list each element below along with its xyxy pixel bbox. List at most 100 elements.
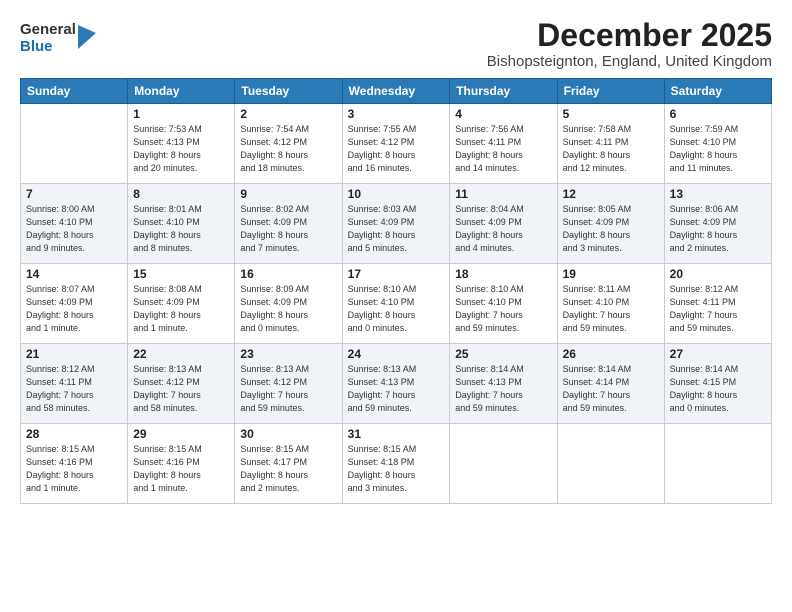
day-number: 14 bbox=[26, 267, 122, 281]
day-number: 15 bbox=[133, 267, 229, 281]
day-number: 9 bbox=[240, 187, 336, 201]
col-saturday: Saturday bbox=[664, 79, 771, 104]
day-info: Sunrise: 8:14 AM Sunset: 4:14 PM Dayligh… bbox=[563, 363, 659, 415]
table-row: 2 Sunrise: 7:54 AM Sunset: 4:12 PM Daylig… bbox=[235, 104, 342, 184]
col-sunday: Sunday bbox=[21, 79, 128, 104]
day-info: Sunrise: 8:13 AM Sunset: 4:12 PM Dayligh… bbox=[240, 363, 336, 415]
table-row: 30 Sunrise: 8:15 AM Sunset: 4:17 PM Dayli… bbox=[235, 424, 342, 504]
day-info: Sunrise: 8:14 AM Sunset: 4:13 PM Dayligh… bbox=[455, 363, 551, 415]
table-row bbox=[664, 424, 771, 504]
day-info: Sunrise: 8:01 AM Sunset: 4:10 PM Dayligh… bbox=[133, 203, 229, 255]
day-number: 27 bbox=[670, 347, 766, 361]
table-row: 28Sunrise: 8:15 AM Sunset: 4:16 PM Dayli… bbox=[21, 424, 128, 504]
calendar-week-row: 28 Sunrise: 8:15 AM Sunset: 4:16 PM Dayli… bbox=[21, 424, 772, 504]
table-row: 23 Sunrise: 8:13 AM Sunset: 4:12 PM Dayli… bbox=[235, 344, 342, 424]
day-number: 18 bbox=[455, 267, 551, 281]
table-row: 8Sunrise: 8:01 AM Sunset: 4:10 PM Daylig… bbox=[128, 184, 235, 264]
day-info: Sunrise: 8:09 AM Sunset: 4:09 PM Dayligh… bbox=[240, 283, 336, 335]
day-number: 1 bbox=[133, 107, 229, 121]
day-info: Sunrise: 8:15 AM Sunset: 4:17 PM Dayligh… bbox=[240, 443, 336, 495]
day-info: Sunrise: 7:58 AM Sunset: 4:11 PM Dayligh… bbox=[563, 123, 659, 175]
day-info: Sunrise: 8:04 AM Sunset: 4:09 PM Dayligh… bbox=[455, 203, 551, 255]
table-row: 19 Sunrise: 8:11 AM Sunset: 4:10 PM Dayli… bbox=[557, 264, 664, 344]
table-row: 10 Sunrise: 8:03 AM Sunset: 4:09 PM Dayli… bbox=[342, 184, 450, 264]
page: General Blue December 2025 Bishopsteignt… bbox=[0, 0, 792, 612]
table-row: 17 Sunrise: 8:10 AM Sunset: 4:10 PM Dayli… bbox=[342, 264, 450, 344]
day-info: Sunrise: 8:12 AM Sunset: 4:11 PM Dayligh… bbox=[670, 283, 766, 335]
day-info: Sunrise: 8:11 AM Sunset: 4:10 PM Dayligh… bbox=[563, 283, 659, 335]
day-info: Sunrise: 8:06 AM Sunset: 4:09 PM Dayligh… bbox=[670, 203, 766, 255]
day-number: 29 bbox=[133, 427, 229, 441]
table-row: 1 Sunrise: 7:53 AM Sunset: 4:13 PM Daylig… bbox=[128, 104, 235, 184]
col-friday: Friday bbox=[557, 79, 664, 104]
day-info: Sunrise: 8:12 AM Sunset: 4:11 PM Dayligh… bbox=[26, 363, 122, 415]
day-number: 28 bbox=[26, 427, 122, 441]
month-title: December 2025 bbox=[487, 18, 772, 53]
day-info: Sunrise: 7:56 AM Sunset: 4:11 PM Dayligh… bbox=[455, 123, 551, 175]
day-info: Sunrise: 8:10 AM Sunset: 4:10 PM Dayligh… bbox=[455, 283, 551, 335]
day-info: Sunrise: 8:15 AM Sunset: 4:16 PM Dayligh… bbox=[133, 443, 229, 495]
table-row bbox=[450, 424, 557, 504]
day-info: Sunrise: 7:55 AM Sunset: 4:12 PM Dayligh… bbox=[348, 123, 445, 175]
day-number: 17 bbox=[348, 267, 445, 281]
calendar-week-row: 14 Sunrise: 8:07 AM Sunset: 4:09 PM Dayli… bbox=[21, 264, 772, 344]
table-row: 15 Sunrise: 8:08 AM Sunset: 4:09 PM Dayli… bbox=[128, 264, 235, 344]
logo-text: General Blue bbox=[20, 22, 76, 55]
calendar-week-row: 7Sunrise: 8:00 AM Sunset: 4:10 PM Daylig… bbox=[21, 184, 772, 264]
table-row: 29 Sunrise: 8:15 AM Sunset: 4:16 PM Dayli… bbox=[128, 424, 235, 504]
table-row: 6Sunrise: 7:59 AM Sunset: 4:10 PM Daylig… bbox=[664, 104, 771, 184]
calendar-week-row: 21Sunrise: 8:12 AM Sunset: 4:11 PM Dayli… bbox=[21, 344, 772, 424]
day-number: 10 bbox=[348, 187, 445, 201]
day-info: Sunrise: 7:53 AM Sunset: 4:13 PM Dayligh… bbox=[133, 123, 229, 175]
day-info: Sunrise: 8:03 AM Sunset: 4:09 PM Dayligh… bbox=[348, 203, 445, 255]
day-number: 13 bbox=[670, 187, 766, 201]
day-number: 22 bbox=[133, 347, 229, 361]
table-row: 26 Sunrise: 8:14 AM Sunset: 4:14 PM Dayli… bbox=[557, 344, 664, 424]
day-info: Sunrise: 7:54 AM Sunset: 4:12 PM Dayligh… bbox=[240, 123, 336, 175]
table-row: 16 Sunrise: 8:09 AM Sunset: 4:09 PM Dayli… bbox=[235, 264, 342, 344]
table-row: 18 Sunrise: 8:10 AM Sunset: 4:10 PM Dayli… bbox=[450, 264, 557, 344]
logo-icon bbox=[78, 25, 96, 49]
col-thursday: Thursday bbox=[450, 79, 557, 104]
day-number: 24 bbox=[348, 347, 445, 361]
day-info: Sunrise: 8:07 AM Sunset: 4:09 PM Dayligh… bbox=[26, 283, 122, 335]
day-info: Sunrise: 8:05 AM Sunset: 4:09 PM Dayligh… bbox=[563, 203, 659, 255]
day-number: 30 bbox=[240, 427, 336, 441]
day-info: Sunrise: 8:10 AM Sunset: 4:10 PM Dayligh… bbox=[348, 283, 445, 335]
table-row: 24Sunrise: 8:13 AM Sunset: 4:13 PM Dayli… bbox=[342, 344, 450, 424]
day-info: Sunrise: 8:13 AM Sunset: 4:12 PM Dayligh… bbox=[133, 363, 229, 415]
table-row: 3 Sunrise: 7:55 AM Sunset: 4:12 PM Daylig… bbox=[342, 104, 450, 184]
day-number: 23 bbox=[240, 347, 336, 361]
table-row: 31Sunrise: 8:15 AM Sunset: 4:18 PM Dayli… bbox=[342, 424, 450, 504]
day-number: 3 bbox=[348, 107, 445, 121]
table-row: 27Sunrise: 8:14 AM Sunset: 4:15 PM Dayli… bbox=[664, 344, 771, 424]
table-row: 14 Sunrise: 8:07 AM Sunset: 4:09 PM Dayli… bbox=[21, 264, 128, 344]
logo-general: General bbox=[20, 22, 76, 39]
logo: General Blue bbox=[20, 22, 96, 55]
day-number: 2 bbox=[240, 107, 336, 121]
day-info: Sunrise: 8:15 AM Sunset: 4:18 PM Dayligh… bbox=[348, 443, 445, 495]
day-number: 16 bbox=[240, 267, 336, 281]
location: Bishopsteignton, England, United Kingdom bbox=[487, 53, 772, 70]
day-info: Sunrise: 8:08 AM Sunset: 4:09 PM Dayligh… bbox=[133, 283, 229, 335]
calendar-header-row: Sunday Monday Tuesday Wednesday Thursday… bbox=[21, 79, 772, 104]
calendar: Sunday Monday Tuesday Wednesday Thursday… bbox=[20, 78, 772, 504]
col-wednesday: Wednesday bbox=[342, 79, 450, 104]
title-section: December 2025 Bishopsteignton, England, … bbox=[487, 18, 772, 70]
table-row: 9Sunrise: 8:02 AM Sunset: 4:09 PM Daylig… bbox=[235, 184, 342, 264]
calendar-week-row: 1 Sunrise: 7:53 AM Sunset: 4:13 PM Daylig… bbox=[21, 104, 772, 184]
day-info: Sunrise: 7:59 AM Sunset: 4:10 PM Dayligh… bbox=[670, 123, 766, 175]
day-number: 11 bbox=[455, 187, 551, 201]
day-number: 12 bbox=[563, 187, 659, 201]
table-row: 12 Sunrise: 8:05 AM Sunset: 4:09 PM Dayli… bbox=[557, 184, 664, 264]
table-row: 11 Sunrise: 8:04 AM Sunset: 4:09 PM Dayli… bbox=[450, 184, 557, 264]
day-number: 19 bbox=[563, 267, 659, 281]
table-row bbox=[21, 104, 128, 184]
table-row: 13 Sunrise: 8:06 AM Sunset: 4:09 PM Dayli… bbox=[664, 184, 771, 264]
day-number: 20 bbox=[670, 267, 766, 281]
table-row: 22 Sunrise: 8:13 AM Sunset: 4:12 PM Dayli… bbox=[128, 344, 235, 424]
day-number: 26 bbox=[563, 347, 659, 361]
table-row: 5Sunrise: 7:58 AM Sunset: 4:11 PM Daylig… bbox=[557, 104, 664, 184]
table-row: 4Sunrise: 7:56 AM Sunset: 4:11 PM Daylig… bbox=[450, 104, 557, 184]
table-row: 25Sunrise: 8:14 AM Sunset: 4:13 PM Dayli… bbox=[450, 344, 557, 424]
